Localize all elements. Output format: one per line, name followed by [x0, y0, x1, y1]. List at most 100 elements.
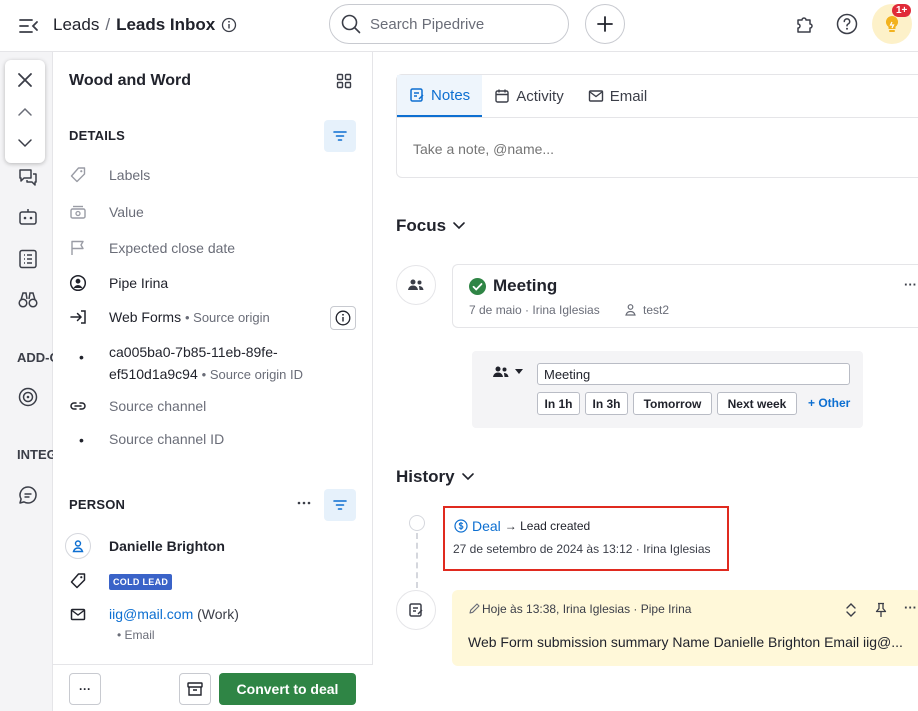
- source-channel-field[interactable]: Source channel: [69, 396, 206, 416]
- search-input[interactable]: [370, 15, 550, 33]
- close-icon[interactable]: [16, 71, 34, 89]
- info-icon: [335, 310, 351, 326]
- flag-icon: [69, 238, 93, 258]
- tab-email[interactable]: Email: [576, 75, 660, 117]
- breadcrumb: Leads / Leads Inbox: [53, 15, 237, 35]
- tab-activity-label: Activity: [516, 87, 564, 105]
- chatbot-icon[interactable]: [17, 207, 39, 229]
- labels-field[interactable]: Labels: [69, 165, 150, 185]
- tab-notes-label: Notes: [431, 86, 471, 104]
- expand-collapse-icon[interactable]: [844, 602, 858, 618]
- person-filter-button[interactable]: [324, 489, 356, 521]
- archive-button[interactable]: [179, 673, 211, 705]
- cold-lead-badge: COLD LEAD: [109, 574, 173, 590]
- note-more-button[interactable]: ···: [904, 600, 917, 615]
- quick-add-button[interactable]: [585, 4, 625, 44]
- person-name[interactable]: Danielle Brighton: [109, 538, 225, 554]
- activity-subject-input[interactable]: [537, 363, 850, 385]
- binoculars-icon[interactable]: [17, 289, 39, 311]
- collapse-menu-icon[interactable]: [18, 15, 40, 37]
- source-origin-id-field[interactable]: ca005ba0-7b85-11eb-89fe- ef510d1a9c94 • …: [109, 341, 303, 386]
- close-date-placeholder: Expected close date: [109, 240, 236, 256]
- activity-type-dropdown[interactable]: [492, 365, 524, 379]
- more-actions-button[interactable]: ···: [69, 673, 101, 705]
- convert-to-deal-button[interactable]: Convert to deal: [219, 673, 356, 705]
- main-content: Notes Activity Email Focus Meeting 7 de …: [374, 52, 918, 711]
- list-form-icon[interactable]: [17, 248, 39, 270]
- person-more-icon[interactable]: [296, 495, 312, 511]
- grid-layout-icon[interactable]: [336, 73, 352, 89]
- note-card[interactable]: Hoje às 13:38, Irina Iglesias · Pipe Iri…: [452, 590, 918, 666]
- tab-activity[interactable]: Activity: [482, 75, 576, 117]
- note-input[interactable]: [413, 141, 813, 157]
- timeline-dot: [409, 515, 425, 531]
- composer-tabs: Notes Activity Email: [397, 75, 659, 117]
- note-type-badge: [396, 590, 436, 630]
- close-date-field[interactable]: Expected close date: [69, 238, 235, 258]
- panel-footer: ··· Convert to deal: [53, 664, 373, 711]
- source-origin-id-label: • Source origin ID: [201, 367, 304, 382]
- search-bar[interactable]: [329, 4, 569, 44]
- plus-icon: [596, 15, 614, 33]
- tab-notes[interactable]: Notes: [397, 75, 483, 117]
- history-event-meta: 27 de setembro de 2024 às 13:12 · Irina …: [453, 542, 711, 556]
- value-placeholder: Value: [109, 204, 144, 220]
- lead-details-panel: Wood and Word DETAILS Labels Value Expec…: [53, 52, 373, 711]
- in-1h-button[interactable]: In 1h: [537, 392, 580, 415]
- people-icon: [407, 278, 425, 292]
- search-icon: [340, 13, 362, 35]
- target-icon[interactable]: [17, 386, 39, 408]
- focus-section-toggle[interactable]: Focus: [396, 216, 466, 236]
- details-filter-button[interactable]: [324, 120, 356, 152]
- user-circle-icon: [69, 273, 93, 293]
- login-arrow-icon: [69, 307, 93, 327]
- source-origin-field[interactable]: Web Forms • Source origin: [69, 307, 270, 327]
- dollar-circle-icon: [454, 519, 468, 533]
- source-origin-label: • Source origin: [184, 310, 270, 325]
- top-bar: Leads / Leads Inbox 1+: [0, 0, 918, 52]
- activity-more-button[interactable]: ···: [904, 277, 917, 292]
- composer: Notes Activity Email: [396, 74, 918, 178]
- chat-icon[interactable]: [17, 484, 39, 506]
- person-label-row: [69, 571, 93, 591]
- chevron-down-icon[interactable]: [17, 137, 33, 149]
- other-date-link[interactable]: + Other: [808, 396, 850, 410]
- person-email-link[interactable]: iig@mail.com: [109, 606, 193, 622]
- info-icon[interactable]: [221, 17, 237, 33]
- note-meta: Hoje às 13:38, Irina Iglesias · Pipe Iri…: [482, 602, 692, 616]
- nav-section-integrations: INTEGRATIONS: [17, 447, 53, 462]
- labels-placeholder: Labels: [109, 167, 151, 183]
- activity-title[interactable]: Meeting: [493, 276, 557, 296]
- source-origin-id-line2: ef510d1a9c94: [109, 366, 198, 382]
- history-deal-link[interactable]: Deal: [472, 518, 501, 534]
- person-icon: [71, 539, 85, 553]
- source-origin-info-button[interactable]: [330, 306, 356, 330]
- person-email-row: iig@mail.com (Work): [69, 604, 239, 624]
- breadcrumb-leads[interactable]: Leads: [53, 15, 99, 35]
- tomorrow-button[interactable]: Tomorrow: [633, 392, 712, 415]
- history-title: History: [396, 467, 455, 486]
- money-icon: [69, 202, 93, 222]
- check-circle-icon[interactable]: [469, 278, 486, 295]
- bullet: •: [79, 349, 84, 365]
- tag-icon: [69, 571, 93, 591]
- owner-field[interactable]: Pipe Irina: [69, 273, 168, 293]
- timeline-line: [416, 533, 418, 588]
- source-channel-id-placeholder[interactable]: Source channel ID: [109, 429, 224, 449]
- mail-icon: [588, 88, 604, 104]
- history-section-toggle[interactable]: History: [396, 467, 475, 487]
- details-heading: DETAILS: [69, 128, 126, 143]
- activity-card[interactable]: Meeting 7 de maio · Irina Iglesias test2…: [452, 264, 918, 328]
- chevron-up-icon[interactable]: [17, 106, 33, 118]
- history-event-text: → Lead created: [504, 519, 591, 533]
- pin-icon[interactable]: [874, 602, 888, 618]
- value-field[interactable]: Value: [69, 202, 144, 222]
- help-icon[interactable]: [835, 12, 859, 36]
- filter-icon: [333, 499, 347, 511]
- in-3h-button[interactable]: In 3h: [585, 392, 628, 415]
- next-week-button[interactable]: Next week: [717, 392, 797, 415]
- extensions-puzzle-icon[interactable]: [793, 12, 817, 36]
- chat-bubbles-icon[interactable]: [17, 166, 39, 188]
- tab-divider: [397, 117, 918, 118]
- calendar-icon: [494, 88, 510, 104]
